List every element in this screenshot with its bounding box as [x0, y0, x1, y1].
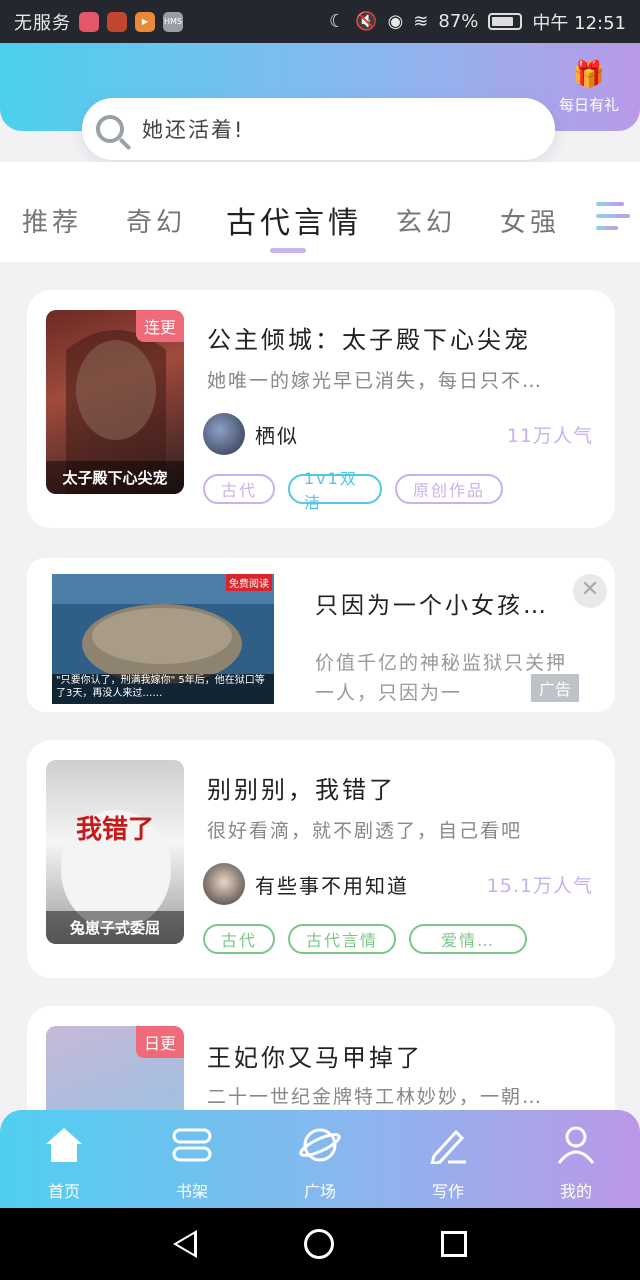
nav-home[interactable]: 首页	[0, 1110, 128, 1208]
nav-profile-label: 我的	[559, 1182, 592, 1201]
tag-list: 古代 古代言情 爱情…	[203, 924, 527, 954]
tab-xuanhuan[interactable]: 玄幻	[396, 202, 456, 239]
system-navigation-bar	[0, 1208, 640, 1280]
book-title: 别别别，我错了	[207, 776, 396, 804]
popularity: 11万人气	[506, 424, 593, 447]
avatar	[203, 863, 245, 905]
bookshelf-icon	[128, 1124, 256, 1166]
gift-icon: 🎁	[572, 60, 606, 90]
battery-percent: 87%	[438, 11, 479, 32]
battery-icon	[488, 13, 523, 30]
tab-recommend[interactable]: 推荐	[22, 202, 82, 239]
app-icon-orange: ▶	[135, 11, 155, 32]
app-icon-red	[79, 11, 99, 32]
ad-image-tag: 免费阅读	[226, 574, 272, 591]
tag-chip[interactable]: 古代	[203, 924, 275, 954]
daily-gift-button[interactable]: 🎁 每日有礼	[552, 60, 626, 115]
back-icon[interactable]	[173, 1230, 198, 1258]
book-title: 王妃你又马甲掉了	[207, 1044, 423, 1072]
nav-plaza[interactable]: 广场	[256, 1110, 384, 1208]
home-icon	[0, 1124, 128, 1166]
active-tab-indicator	[270, 248, 306, 253]
tag-chip[interactable]: 原创作品	[395, 474, 503, 504]
book-cover: 连更 太子殿下心尖宠	[46, 310, 184, 494]
wifi-icon: ≋	[413, 11, 429, 32]
tab-menu-icon[interactable]	[596, 194, 630, 234]
update-badge: 日更	[135, 1026, 184, 1058]
book-cover: 我错了 兔崽子式委屈	[46, 760, 184, 944]
book-description: 她唯一的嫁光早已消失，每日只不…	[207, 370, 544, 392]
mute-icon: 🔇	[355, 11, 378, 32]
book-title: 公主倾城：太子殿下心尖宠	[207, 326, 531, 354]
category-tabs: 推荐 奇幻 古代言情 玄幻 女强	[0, 162, 640, 262]
ad-card[interactable]: 免费阅读 "只要你认了，刑满我嫁你" 5年后，他在狱口等了3天，再没人来过…… …	[27, 558, 615, 712]
ad-title: 只因为一个小女孩…	[315, 593, 549, 619]
nav-home-label: 首页	[47, 1182, 80, 1201]
cover-caption: 兔崽子式委屈	[46, 911, 184, 944]
daily-gift-label: 每日有礼	[558, 96, 619, 114]
close-icon[interactable]: ✕	[573, 574, 607, 608]
moon-icon: ☾	[329, 11, 346, 32]
pen-icon	[384, 1124, 512, 1166]
nav-profile[interactable]: 我的	[512, 1110, 640, 1208]
search-placeholder: 她还活着!	[142, 118, 245, 142]
tab-ancient-romance[interactable]: 古代言情	[226, 198, 362, 242]
carrier-label: 无服务	[14, 12, 71, 34]
home-circle-icon[interactable]	[303, 1229, 334, 1259]
tab-fantasy[interactable]: 奇幻	[126, 202, 186, 239]
book-description: 二十一世纪金牌特工林妙妙，一朝…	[207, 1086, 544, 1108]
svg-text:我错了: 我错了	[76, 815, 154, 845]
avatar	[203, 413, 245, 455]
nav-plaza-label: 广场	[303, 1182, 336, 1201]
update-badge: 连更	[135, 310, 184, 342]
search-icon	[96, 115, 124, 143]
author-row: 栖似 11万人气	[203, 412, 593, 456]
book-card[interactable]: 连更 太子殿下心尖宠 公主倾城：太子殿下心尖宠 她唯一的嫁光早已消失，每日只不……	[27, 290, 615, 528]
nav-write-label: 写作	[431, 1182, 464, 1201]
tag-chip[interactable]: 爱情…	[409, 924, 527, 954]
ad-image: 免费阅读 "只要你认了，刑满我嫁你" 5年后，他在狱口等了3天，再没人来过……	[52, 574, 274, 704]
author-name: 栖似	[255, 423, 299, 448]
book-card[interactable]: 我错了 兔崽子式委屈 别别别，我错了 很好看滴，就不剧透了，自己看吧 有些事不用…	[27, 740, 615, 978]
author-row: 有些事不用知道 15.1万人气	[203, 862, 593, 906]
book-description: 很好看滴，就不剧透了，自己看吧	[207, 820, 523, 842]
ad-badge: 广告	[530, 674, 579, 702]
app-icon-brown	[107, 11, 127, 32]
hms-icon: HMS	[163, 11, 183, 32]
recent-apps-icon[interactable]	[440, 1231, 467, 1257]
eye-icon: ◉	[387, 11, 404, 32]
tag-list: 古代 1v1双洁 原创作品	[203, 469, 503, 512]
planet-icon	[256, 1124, 384, 1166]
clock: 中午 12:51	[532, 12, 626, 34]
nav-bookshelf-label: 书架	[175, 1182, 208, 1201]
tag-chip[interactable]: 1v1双洁	[288, 469, 382, 512]
bottom-navigation: 首页 书架 广场 写作 我的	[0, 1110, 640, 1208]
tag-chip[interactable]: 古代	[203, 474, 275, 504]
nav-write[interactable]: 写作	[384, 1110, 512, 1208]
author-name: 有些事不用知道	[255, 873, 409, 898]
status-bar: 无服务 ▶ HMS ☾ 🔇 ◉ ≋ 87% 中午 12:51	[0, 0, 640, 43]
nav-bookshelf[interactable]: 书架	[128, 1110, 256, 1208]
user-icon	[512, 1124, 640, 1166]
cover-caption: 太子殿下心尖宠	[46, 461, 184, 494]
popularity: 15.1万人气	[486, 874, 593, 897]
tab-strong-female[interactable]: 女强	[500, 202, 560, 239]
ad-image-caption: "只要你认了，刑满我嫁你" 5年后，他在狱口等了3天，再没人来过……	[56, 675, 265, 699]
search-bar[interactable]: 她还活着!	[82, 98, 555, 160]
tag-chip[interactable]: 古代言情	[288, 924, 396, 954]
